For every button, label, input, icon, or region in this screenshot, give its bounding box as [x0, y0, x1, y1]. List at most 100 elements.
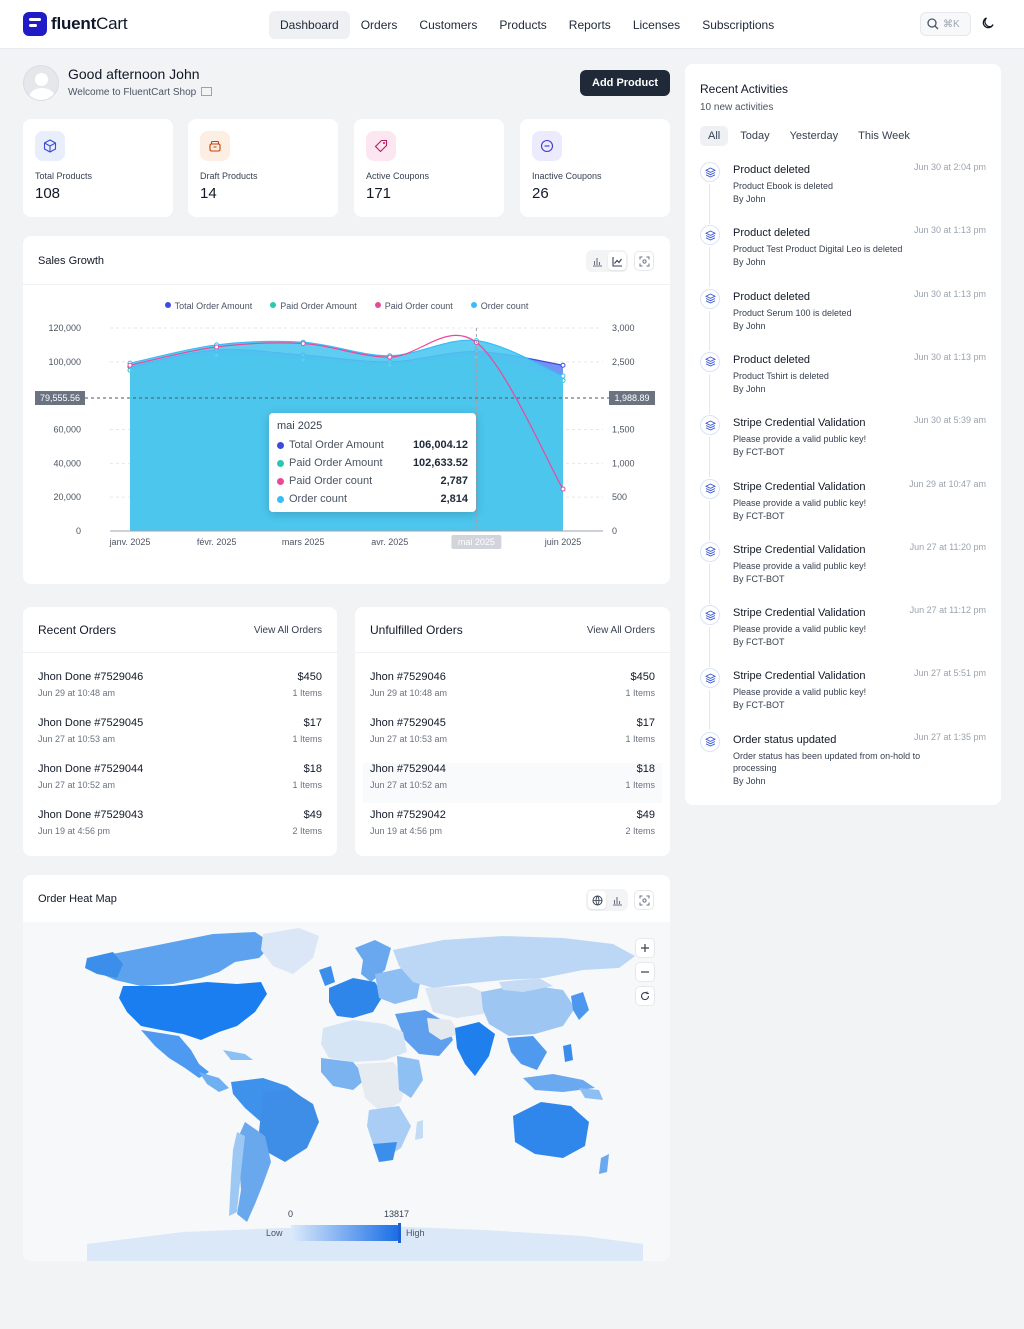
- order-customer: Jhon #7529044: [370, 763, 446, 775]
- map-region-southeast-asia[interactable]: [507, 1036, 547, 1070]
- list-item[interactable]: Stripe Credential Validation Please provi…: [700, 605, 986, 668]
- add-product-button[interactable]: Add Product: [580, 70, 670, 96]
- order-date: Jun 27 at 10:53 am: [38, 734, 116, 744]
- map-region-madagascar[interactable]: [415, 1120, 423, 1140]
- map-region-china[interactable]: [481, 984, 575, 1036]
- stat-card-total-products[interactable]: Total Products 108: [23, 119, 173, 217]
- scale-handle[interactable]: [398, 1223, 401, 1243]
- recent-activities-panel: Recent Activities 10 new activities All …: [685, 64, 1001, 805]
- map-region-philippines[interactable]: [563, 1044, 573, 1062]
- tab-today[interactable]: Today: [732, 126, 777, 146]
- order-amount: $450: [297, 671, 322, 683]
- reset-map-button[interactable]: [635, 986, 655, 1006]
- recent-orders-card: Recent Orders View All Orders Jhon Done …: [23, 607, 337, 856]
- table-row[interactable]: Jhon #7529045 Jun 27 at 10:53 am $17 1 I…: [370, 717, 655, 757]
- activity-time: Jun 27 at 5:51 pm: [913, 668, 986, 679]
- map-region-central-america[interactable]: [199, 1072, 229, 1092]
- tab-this-week[interactable]: This Week: [850, 126, 918, 146]
- map-view-button[interactable]: [588, 891, 606, 909]
- data-point: [560, 373, 566, 379]
- map-screenshot-button[interactable]: [634, 890, 654, 910]
- order-customer: Jhon #7529045: [370, 717, 446, 729]
- list-item[interactable]: Product deleted Product Ebook is deleted B…: [700, 162, 986, 225]
- globe-icon: [592, 895, 602, 905]
- map-region-india[interactable]: [455, 1022, 495, 1076]
- tab-all[interactable]: All: [700, 126, 729, 146]
- nav-subscriptions[interactable]: Subscriptions: [691, 11, 785, 39]
- map-region-uk[interactable]: [319, 966, 335, 986]
- moon-icon[interactable]: [981, 16, 995, 30]
- activity-description: Please provide a valid public key!: [733, 497, 867, 508]
- stat-card-draft-products[interactable]: Draft Products 14: [188, 119, 338, 217]
- activity-description: Please provide a valid public key!: [733, 687, 867, 698]
- list-item[interactable]: Stripe Credential Validation Please provi…: [700, 415, 986, 478]
- table-row[interactable]: Jhon Done #7529043 Jun 19 at 4:56 pm $49…: [38, 809, 322, 849]
- data-point: [300, 341, 306, 347]
- nav-dashboard[interactable]: Dashboard: [269, 11, 350, 39]
- nav-products[interactable]: Products: [488, 11, 557, 39]
- y-left-marker: 79,555.56: [40, 393, 80, 403]
- map-region-usa[interactable]: [119, 982, 267, 1040]
- map-region-australia[interactable]: [513, 1102, 589, 1158]
- table-row[interactable]: Jhon #7529044 Jun 27 at 10:52 am $18 1 I…: [363, 763, 662, 803]
- order-customer: Jhon Done #7529046: [38, 671, 144, 683]
- activity-author: By FCT-BOT: [733, 700, 785, 711]
- activity-description: Product Test Product Digital Leo is dele…: [733, 244, 903, 255]
- x-tick-label: janv. 2025: [109, 537, 151, 547]
- map-region-western-europe[interactable]: [329, 978, 383, 1018]
- activity-author: By John: [733, 320, 766, 331]
- activity-title: Stripe Credential Validation: [733, 607, 866, 620]
- activity-time: Jun 27 at 1:35 pm: [913, 731, 986, 742]
- table-row[interactable]: Jhon #7529042 Jun 19 at 4:56 pm $49 2 It…: [370, 809, 655, 849]
- stat-card-inactive-coupons[interactable]: Inactive Coupons 26: [520, 119, 670, 217]
- map-region-south-africa[interactable]: [373, 1142, 397, 1162]
- stat-value: 26: [532, 185, 549, 202]
- table-row[interactable]: Jhon Done #7529044 Jun 27 at 10:52 am $1…: [38, 763, 322, 803]
- stat-card-active-coupons[interactable]: Active Coupons 171: [354, 119, 504, 217]
- brand-logo[interactable]: fluentCart: [23, 12, 128, 36]
- list-item[interactable]: Order status updated Order status has bee…: [700, 731, 986, 795]
- world-map[interactable]: [23, 922, 670, 1261]
- list-item[interactable]: Stripe Credential Validation Please provi…: [700, 478, 986, 542]
- nav-licenses[interactable]: Licenses: [622, 11, 691, 39]
- list-item[interactable]: Product deleted Product Tshirt is deleted…: [700, 351, 986, 415]
- map-region-papua[interactable]: [579, 1088, 603, 1100]
- plus-icon: [641, 944, 649, 952]
- y-left-tick-label: 40,000: [53, 458, 81, 468]
- list-item[interactable]: Product deleted Product Serum 100 is dele…: [700, 288, 986, 352]
- timeline-line: [709, 437, 710, 478]
- tab-yesterday[interactable]: Yesterday: [782, 126, 847, 146]
- table-row[interactable]: Jhon #7529046 Jun 29 at 10:48 am $450 1 …: [370, 671, 655, 711]
- zoom-out-button[interactable]: [635, 962, 655, 982]
- color-scale-bar[interactable]: [291, 1225, 398, 1241]
- view-all-orders-link[interactable]: View All Orders: [254, 625, 322, 636]
- map-region-caribbean[interactable]: [223, 1050, 253, 1060]
- line-chart-button[interactable]: [608, 252, 626, 270]
- timeline-line: [709, 310, 710, 351]
- view-all-unfulfilled-link[interactable]: View All Orders: [587, 625, 655, 636]
- zoom-in-button[interactable]: [635, 938, 655, 958]
- map-region-new-zealand[interactable]: [599, 1154, 609, 1174]
- map-region-greenland[interactable]: [261, 928, 319, 974]
- bar-view-button[interactable]: [608, 891, 626, 909]
- bar-chart-button[interactable]: [588, 252, 606, 270]
- nav-reports[interactable]: Reports: [558, 11, 622, 39]
- nav-customers[interactable]: Customers: [408, 11, 488, 39]
- order-items: 2 Items: [292, 826, 322, 836]
- nav-orders[interactable]: Orders: [350, 11, 409, 39]
- list-item[interactable]: Stripe Credential Validation Please provi…: [700, 668, 986, 731]
- table-row[interactable]: Jhon Done #7529046 Jun 29 at 10:48 am $4…: [38, 671, 322, 711]
- list-item[interactable]: Product deleted Product Test Product Digi…: [700, 225, 986, 288]
- scale-low-label: Low: [266, 1228, 283, 1238]
- timeline-line: [709, 373, 710, 414]
- map-region-korea-japan[interactable]: [571, 992, 589, 1020]
- map-region-north-africa[interactable]: [321, 1020, 407, 1062]
- table-row[interactable]: Jhon Done #7529045 Jun 27 at 10:53 am $1…: [38, 717, 322, 757]
- screenshot-button[interactable]: [634, 251, 654, 271]
- map-region-russia[interactable]: [393, 936, 635, 988]
- stat-icon-wrap: [532, 131, 562, 161]
- activity-title: Stripe Credential Validation: [733, 670, 866, 683]
- activities-subtitle: 10 new activities: [700, 102, 774, 113]
- search-button[interactable]: ⌘K: [920, 12, 971, 36]
- list-item[interactable]: Stripe Credential Validation Please provi…: [700, 541, 986, 605]
